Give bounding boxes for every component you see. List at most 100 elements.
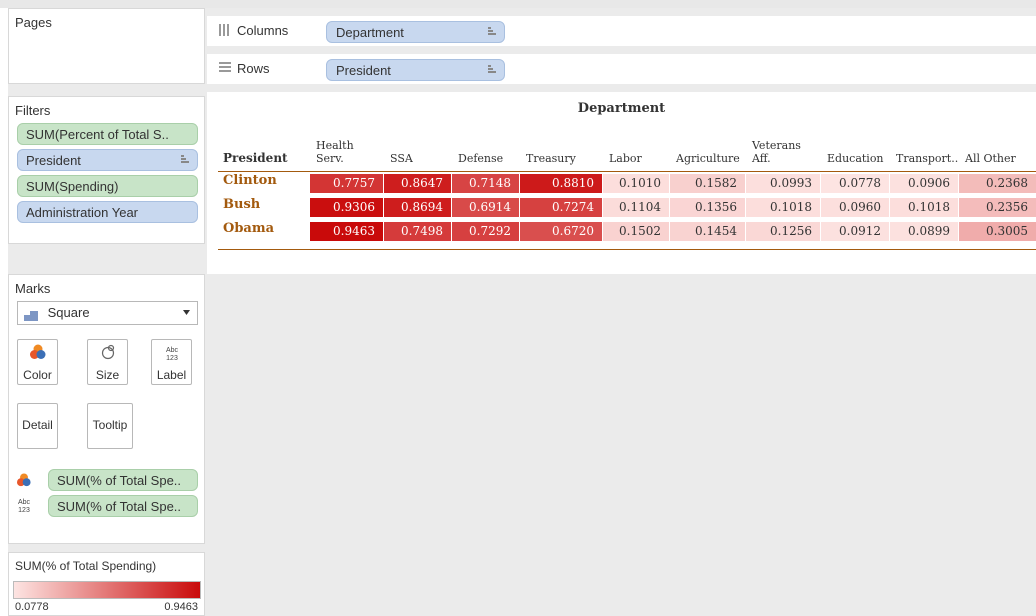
mark-type-dropdown[interactable]: Square: [17, 301, 198, 325]
heatmap-cell[interactable]: 0.1018: [746, 198, 820, 217]
color-icon: [18, 344, 57, 366]
heatmap-cell[interactable]: 0.8810: [520, 174, 602, 193]
sort-icon: [488, 27, 496, 38]
heatmap-cell[interactable]: 0.7148: [452, 174, 519, 193]
mark-type-label: Square: [47, 305, 90, 320]
marks-field-label-pill[interactable]: SUM(% of Total Spe..: [48, 495, 198, 517]
pages-title: Pages: [15, 15, 52, 30]
sidebar: Pages Filters SUM(Percent of Total S.. P…: [8, 8, 205, 616]
row-header[interactable]: Clinton: [223, 173, 277, 188]
shelf-pill-label: Department: [336, 25, 404, 40]
columns-label: Columns: [237, 23, 289, 38]
heatmap-cell[interactable]: 0.9306: [310, 198, 383, 217]
rows-shelf[interactable]: Rows President: [207, 54, 1036, 84]
heatmap-cell[interactable]: 0.1582: [670, 174, 745, 193]
columns-pill-department[interactable]: Department: [326, 21, 505, 43]
heatmap-cell[interactable]: 0.2356: [959, 198, 1036, 217]
heatmap-cell[interactable]: 0.1502: [603, 222, 669, 241]
heatmap-cell[interactable]: 0.1356: [670, 198, 745, 217]
color-label: Color: [23, 368, 52, 382]
column-header[interactable]: Veterans Aff.: [752, 139, 820, 165]
legend-title: SUM(% of Total Spending): [15, 559, 157, 573]
heatmap-cell[interactable]: 0.8647: [384, 174, 451, 193]
svg-text:Abc: Abc: [18, 499, 31, 506]
column-header[interactable]: SSA: [390, 152, 451, 165]
column-header[interactable]: Transport..: [896, 152, 958, 165]
columns-shelf-icon: [219, 24, 231, 39]
rows-shelf-icon: [219, 62, 231, 77]
chevron-down-icon: [182, 306, 191, 321]
sort-icon: [488, 65, 496, 76]
heatmap-cell[interactable]: 0.1256: [746, 222, 820, 241]
detail-label: Detail: [22, 418, 53, 432]
square-mark-icon: [24, 309, 38, 321]
heatmap-cell[interactable]: 0.8694: [384, 198, 451, 217]
header-divider: [218, 171, 1036, 172]
heatmap-cell[interactable]: 0.0906: [890, 174, 958, 193]
heatmap-cell[interactable]: 0.3005: [959, 222, 1036, 241]
row-header-title: President: [223, 151, 288, 165]
label-label: Label: [156, 368, 187, 382]
heatmap-cell[interactable]: 0.0993: [746, 174, 820, 193]
filter-pill-label: President: [26, 153, 81, 168]
legend-min: 0.0778: [15, 601, 49, 613]
heatmap-cell[interactable]: 0.7757: [310, 174, 383, 193]
label-button[interactable]: Abc 123 Label: [151, 339, 192, 385]
filter-pill-percent-of-total[interactable]: SUM(Percent of Total S..: [17, 123, 198, 145]
column-header[interactable]: Labor: [609, 152, 669, 165]
abc-123-icon: Abc 123: [15, 496, 33, 517]
heatmap-cell[interactable]: 0.0778: [821, 174, 889, 193]
detail-button[interactable]: Detail: [17, 403, 58, 449]
abc-123-icon: Abc 123: [152, 344, 191, 366]
size-button[interactable]: Size: [87, 339, 128, 385]
heatmap-cell[interactable]: 0.1018: [890, 198, 958, 217]
size-icon: [88, 344, 127, 366]
tooltip-label: Tooltip: [92, 418, 128, 432]
heatmap-view[interactable]: Department President Health Serv. SSA Defe…: [207, 92, 1036, 274]
heatmap-cell[interactable]: 0.9463: [310, 222, 383, 241]
column-header[interactable]: Agriculture: [676, 152, 745, 165]
tooltip-button[interactable]: Tooltip: [87, 403, 133, 449]
heatmap-cell[interactable]: 0.6720: [520, 222, 602, 241]
heatmap-cell[interactable]: 0.1010: [603, 174, 669, 193]
marks-field-label: SUM(% of Total Spe..: [57, 499, 182, 514]
svg-text:123: 123: [18, 507, 30, 514]
column-header[interactable]: Education: [827, 152, 889, 165]
shelf-pill-label: President: [336, 63, 391, 78]
legend-max: 0.9463: [164, 601, 198, 613]
heatmap-cell[interactable]: 0.6914: [452, 198, 519, 217]
color-legend[interactable]: SUM(% of Total Spending) 0.0778 0.9463: [8, 552, 205, 616]
heatmap-cell[interactable]: 0.0899: [890, 222, 958, 241]
svg-text:123: 123: [166, 355, 178, 362]
chart-title: Department: [577, 101, 666, 116]
heatmap-cell[interactable]: 0.7274: [520, 198, 602, 217]
rows-pill-president[interactable]: President: [326, 59, 505, 81]
color-button[interactable]: Color: [17, 339, 58, 385]
rows-label: Rows: [237, 61, 270, 76]
heatmap-cell[interactable]: 0.1104: [603, 198, 669, 217]
column-header[interactable]: Health Serv.: [316, 139, 383, 165]
heatmap-cell[interactable]: 0.1454: [670, 222, 745, 241]
marks-field-color[interactable]: SUM(% of Total Spe..: [48, 469, 198, 491]
heatmap-cell[interactable]: 0.0960: [821, 198, 889, 217]
footer-divider: [218, 249, 1036, 250]
column-header[interactable]: Defense: [458, 152, 519, 165]
marks-card: Marks Square Color Size Abc 123 Label De…: [8, 274, 205, 544]
heatmap-cell[interactable]: 0.7498: [384, 222, 451, 241]
filter-pill-label: Administration Year: [26, 205, 139, 220]
filter-pill-administration-year[interactable]: Administration Year: [17, 201, 198, 223]
filter-pill-sum-spending[interactable]: SUM(Spending): [17, 175, 198, 197]
filter-pill-label: SUM(Spending): [26, 179, 119, 194]
marks-title: Marks: [15, 281, 51, 296]
heatmap-cell[interactable]: 0.0912: [821, 222, 889, 241]
row-header[interactable]: Bush: [223, 197, 260, 212]
column-header[interactable]: All Other: [965, 152, 1036, 165]
pages-card[interactable]: Pages: [8, 8, 205, 84]
heatmap-cell[interactable]: 0.2368: [959, 174, 1036, 193]
size-label: Size: [95, 368, 120, 382]
column-header[interactable]: Treasury: [526, 152, 602, 165]
filter-pill-president[interactable]: President: [17, 149, 198, 171]
columns-shelf[interactable]: Columns Department: [207, 16, 1036, 46]
heatmap-cell[interactable]: 0.7292: [452, 222, 519, 241]
row-header[interactable]: Obama: [223, 221, 274, 236]
